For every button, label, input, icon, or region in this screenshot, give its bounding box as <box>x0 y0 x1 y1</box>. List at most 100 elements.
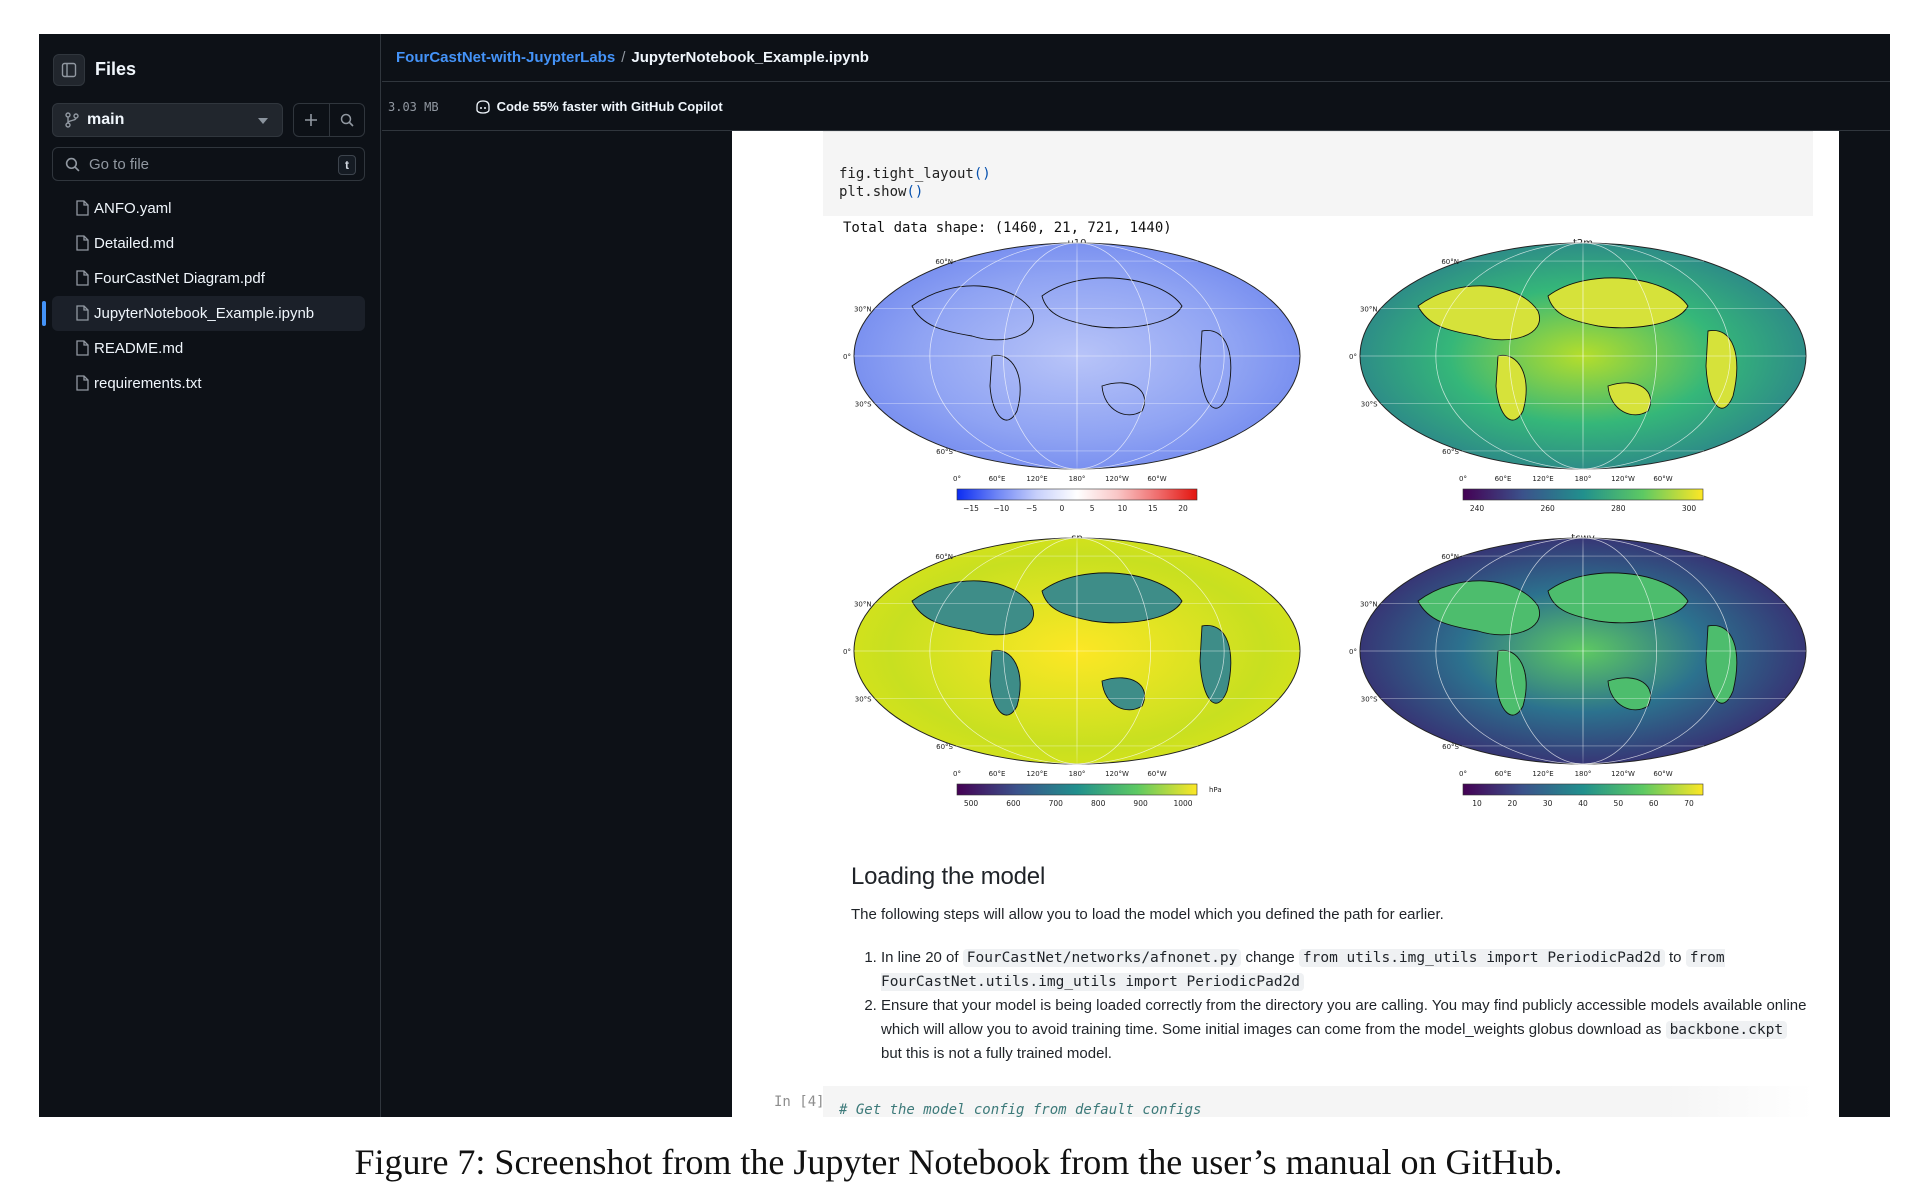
go-to-file-input[interactable]: Go to file t <box>52 147 365 181</box>
colorbar <box>956 488 1198 501</box>
lat-label: 0° <box>1349 648 1357 656</box>
inline-code: FourCastNet/networks/afnonet.py <box>962 949 1242 967</box>
file-name: README.md <box>94 340 184 357</box>
colorbar-tick-label: 1000 <box>1173 799 1192 808</box>
sidebar-toggle-button[interactable] <box>53 54 85 86</box>
lon-label: 120°W <box>1611 770 1635 778</box>
github-window: Files main Go to file t ANFO.yaml Detail… <box>39 34 1890 1117</box>
lon-label: 120°W <box>1105 475 1129 483</box>
file-item[interactable]: requirements.txt <box>52 366 365 401</box>
map-figure-svg: sp60°N30°N0°30°S60°S0°60°E120°E180°120°W… <box>843 533 1301 808</box>
map-plot: sp60°N30°N0°30°S60°S0°60°E120°E180°120°W… <box>842 531 1312 836</box>
lat-label: 60°N <box>935 553 953 561</box>
search-icon <box>340 113 354 127</box>
step-text: but this is not a fully trained model. <box>881 1045 1112 1062</box>
colorbar-tick-label: 600 <box>1006 799 1021 808</box>
lat-label: 0° <box>843 353 851 361</box>
file-icon <box>76 270 89 286</box>
lon-label: 60°E <box>1495 770 1512 778</box>
colorbar-tick-label: 40 <box>1578 799 1588 808</box>
branch-selector[interactable]: main <box>52 103 283 137</box>
copilot-promo-link[interactable]: Code 55% faster with GitHub Copilot <box>475 99 723 114</box>
plus-icon <box>305 114 318 126</box>
lat-label: 60°S <box>1442 448 1459 456</box>
notebook-render: fig.tight_layout() plt.show() Total data… <box>732 131 1839 1117</box>
lon-label: 120°E <box>1026 770 1047 778</box>
lon-label: 60°E <box>989 475 1006 483</box>
sidebar-title: Files <box>95 59 137 79</box>
figure-caption: Figure 7: Screenshot from the Jupyter No… <box>354 1142 1563 1182</box>
colorbar <box>956 783 1198 796</box>
map-plot: tcwv60°N30°N0°30°S60°S0°60°E120°E180°120… <box>1348 531 1818 836</box>
colorbar-unit: hPa <box>1209 786 1222 794</box>
lon-label: 60°W <box>1147 475 1166 483</box>
file-name: FourCastNet Diagram.pdf <box>94 270 265 287</box>
file-item[interactable]: ANFO.yaml <box>52 191 365 226</box>
search-button[interactable] <box>328 104 365 136</box>
repo-link[interactable]: FourCastNet-with-JuypterLabs <box>396 49 615 66</box>
step-text: to <box>1664 949 1686 966</box>
colorbar-tick-label: 260 <box>1541 504 1556 513</box>
map-figure-svg: t2m60°N30°N0°30°S60°S0°60°E120°E180°120°… <box>1349 238 1807 513</box>
sidebar-collapse-icon <box>61 62 77 78</box>
colorbar <box>1462 783 1704 796</box>
branch-name: main <box>87 111 125 128</box>
code-line: fig.tight_layout <box>839 166 974 182</box>
lat-label: 30°S <box>1361 695 1378 703</box>
file-info-bar: 3.03 MB Code 55% faster with GitHub Copi… <box>382 83 1890 131</box>
lat-label: 30°N <box>1360 306 1378 314</box>
colorbar-tick-label: 10 <box>1472 799 1482 808</box>
colorbar-tick-label: 800 <box>1091 799 1106 808</box>
map-plot: u1060°N30°N0°30°S60°S0°60°E120°E180°120°… <box>842 236 1312 541</box>
file-name: Detailed.md <box>94 235 175 252</box>
code-parens: () <box>973 166 991 182</box>
lon-label: 60°W <box>1147 770 1166 778</box>
file-actions <box>293 103 365 137</box>
code-comment: # Get the model config from default conf… <box>839 1102 1202 1117</box>
breadcrumb: FourCastNet-with-JuypterLabs / JupyterNo… <box>382 34 1890 82</box>
add-file-button[interactable] <box>294 104 329 136</box>
colorbar-tick-label: 15 <box>1148 504 1158 513</box>
colorbar-tick-label: −10 <box>993 504 1009 513</box>
file-item[interactable]: Detailed.md <box>52 226 365 261</box>
file-name: ANFO.yaml <box>94 200 172 217</box>
list-item: In line 20 of FourCastNet/networks/afnon… <box>881 946 1811 994</box>
shortcut-key: t <box>338 155 356 175</box>
breadcrumb-separator: / <box>621 49 626 66</box>
lon-label: 0° <box>1459 475 1467 483</box>
file-icon <box>76 305 89 321</box>
go-to-file-placeholder: Go to file <box>89 155 150 173</box>
current-file-name: JupyterNotebook_Example.ipynb <box>631 49 869 66</box>
lat-label: 60°S <box>936 743 953 751</box>
file-item[interactable]: FourCastNet Diagram.pdf <box>52 261 365 296</box>
markdown-heading: Loading the model <box>851 863 1046 890</box>
lon-label: 120°E <box>1026 475 1047 483</box>
code-parens: () <box>906 184 924 200</box>
colorbar-tick-label: 20 <box>1508 799 1518 808</box>
file-icon <box>76 340 89 356</box>
file-item[interactable]: README.md <box>52 331 365 366</box>
lat-label: 0° <box>1349 353 1357 361</box>
file-tree-sidebar: Files main Go to file t ANFO.yaml Detail… <box>39 34 381 1117</box>
colorbar-tick-label: 700 <box>1049 799 1064 808</box>
lat-label: 0° <box>843 648 851 656</box>
colorbar-tick-label: 20 <box>1178 504 1188 513</box>
colorbar-tick-label: 60 <box>1649 799 1659 808</box>
colorbar-tick-label: 10 <box>1118 504 1128 513</box>
lon-label: 60°E <box>989 770 1006 778</box>
lat-label: 30°S <box>855 695 872 703</box>
colorbar-tick-label: 500 <box>964 799 979 808</box>
step-text: In line 20 of <box>881 949 963 966</box>
lon-label: 60°W <box>1653 770 1672 778</box>
code-cell: fig.tight_layout() plt.show() <box>823 131 1813 216</box>
lon-label: 180° <box>1069 475 1086 483</box>
file-item-active[interactable]: JupyterNotebook_Example.ipynb <box>42 296 365 331</box>
git-branch-icon <box>65 112 79 128</box>
search-icon <box>65 157 80 172</box>
markdown-list: In line 20 of FourCastNet/networks/afnon… <box>851 946 1811 1066</box>
file-name: requirements.txt <box>94 375 202 392</box>
lon-label: 180° <box>1575 770 1592 778</box>
file-list: ANFO.yaml Detailed.md FourCastNet Diagra… <box>39 191 381 401</box>
colorbar-tick-label: −5 <box>1026 504 1037 513</box>
file-icon <box>76 200 89 216</box>
